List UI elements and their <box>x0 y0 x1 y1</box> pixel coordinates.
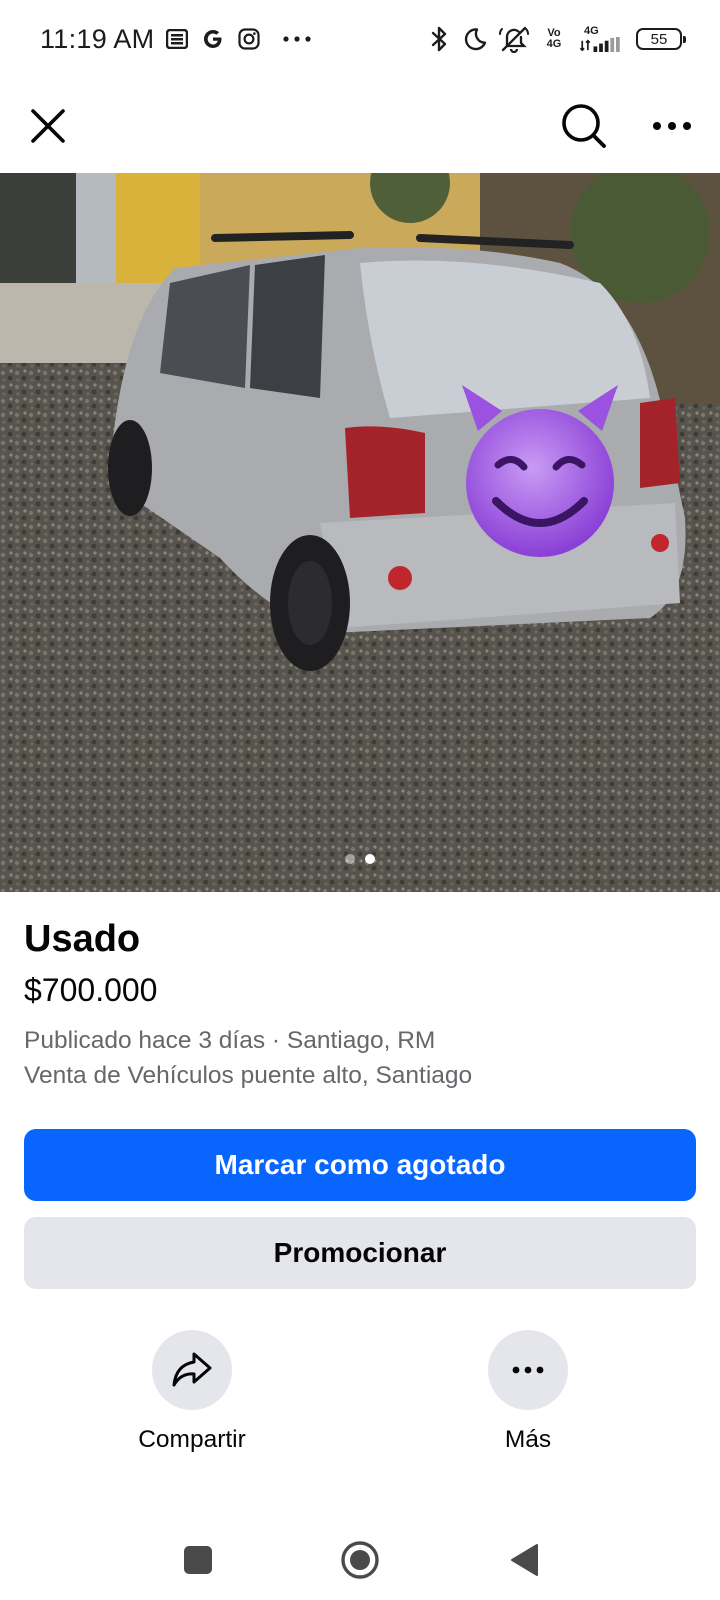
listing-group[interactable]: Venta de Vehículos puente alto, Santiago <box>24 1062 472 1090</box>
status-right: Vo 4G 4G 55 <box>426 26 686 53</box>
share-icon <box>172 1352 212 1387</box>
recents-button[interactable] <box>172 1534 224 1586</box>
more-button[interactable] <box>488 1330 568 1410</box>
status-time: 11:19 AM <box>40 23 155 54</box>
share-action[interactable]: Compartir <box>102 1330 282 1454</box>
moon-icon <box>462 26 488 52</box>
news-icon <box>164 26 190 52</box>
listing-photo[interactable] <box>0 173 720 892</box>
battery-icon: 55 <box>636 28 686 50</box>
share-label: Compartir <box>138 1426 246 1453</box>
carousel-dots <box>0 854 720 864</box>
bluetooth-icon <box>426 26 452 52</box>
recents-icon <box>184 1546 212 1574</box>
more-notifications-icon <box>280 26 314 52</box>
back-button[interactable] <box>498 1534 550 1586</box>
more-icon <box>512 1366 544 1374</box>
home-button[interactable] <box>334 1534 386 1586</box>
mute-icon <box>498 26 530 53</box>
carousel-dot-active[interactable] <box>365 854 375 864</box>
status-bar: 11:19 AM Vo 4G 4G 55 <box>0 0 720 78</box>
signal-label: 4G <box>584 25 599 37</box>
search-button[interactable] <box>556 98 612 154</box>
back-icon <box>511 1544 538 1576</box>
signal-icon: 4G <box>578 26 626 52</box>
close-button[interactable] <box>20 98 76 154</box>
close-icon <box>31 109 65 143</box>
volte-icon: Vo 4G <box>540 26 568 52</box>
status-left: 11:19 AM <box>40 24 314 55</box>
listing-meta: Publicado hace 3 días · Santiago, RM <box>24 1027 436 1054</box>
listing-title: Usado <box>24 918 141 960</box>
instagram-icon <box>236 26 262 52</box>
more-label: Más <box>504 1426 552 1453</box>
share-button[interactable] <box>152 1330 232 1410</box>
more-action[interactable]: Más <box>438 1330 618 1454</box>
car-photo <box>0 173 720 892</box>
volte-label: Vo 4G <box>546 27 562 50</box>
mark-as-sold-button[interactable]: Marcar como agotado <box>24 1129 696 1201</box>
battery-level: 55 <box>650 30 668 48</box>
google-icon <box>200 26 226 52</box>
home-icon <box>341 1541 379 1579</box>
search-icon <box>562 104 606 148</box>
top-app-bar <box>0 78 720 174</box>
promote-button[interactable]: Promocionar <box>24 1217 696 1289</box>
carousel-dot[interactable] <box>345 854 355 864</box>
system-nav-bar <box>0 1520 720 1600</box>
more-options-icon <box>653 122 691 130</box>
more-options-button[interactable] <box>644 98 700 154</box>
listing-price: $700.000 <box>24 972 158 1008</box>
